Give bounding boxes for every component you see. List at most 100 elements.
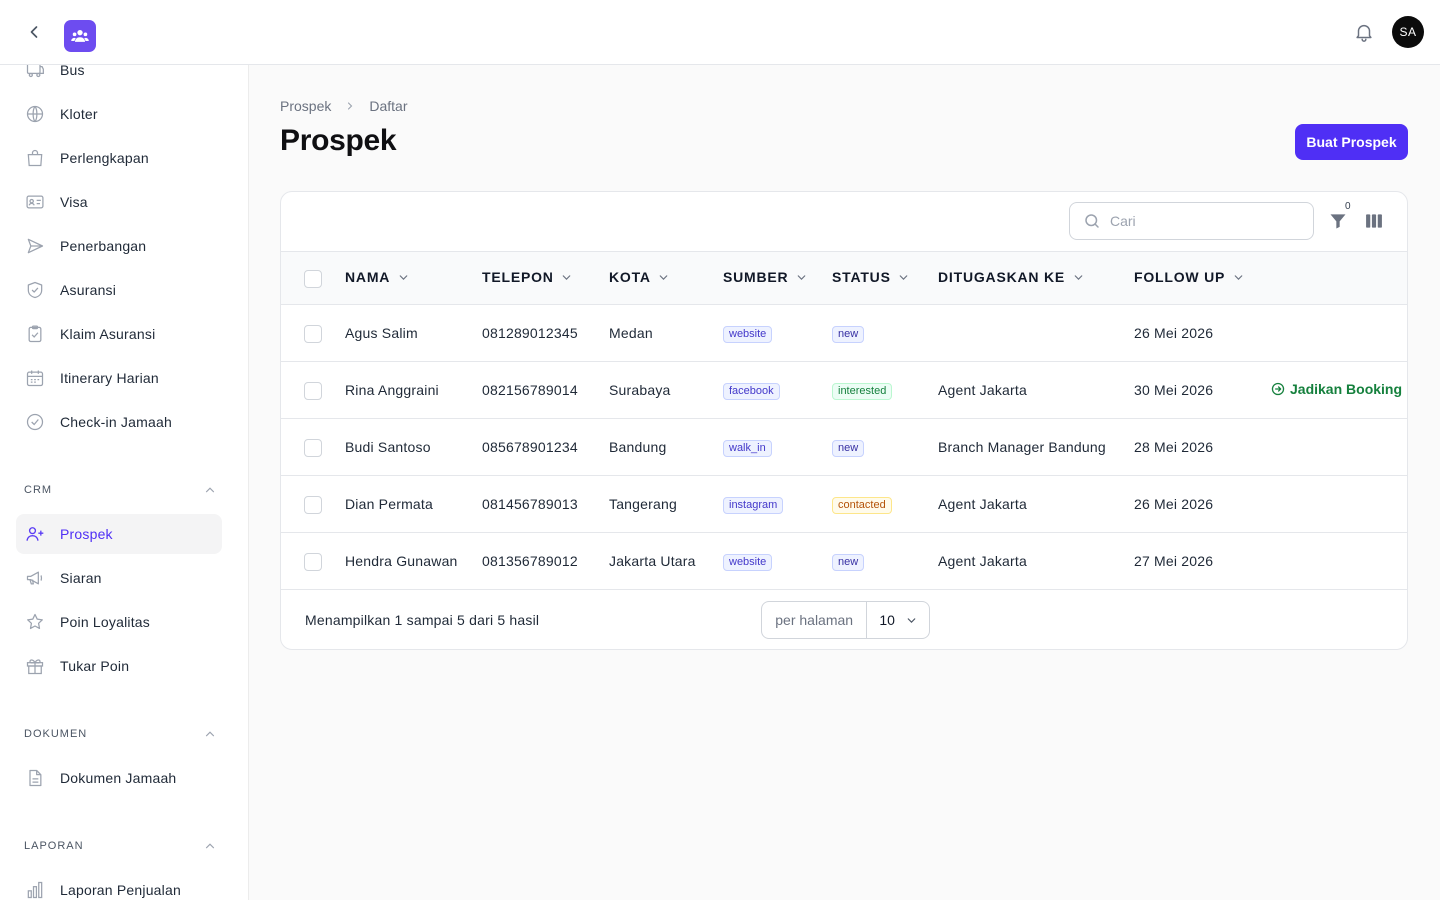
cell-telepon: 085678901234 (482, 439, 578, 455)
create-prospect-button[interactable]: Buat Prospek (1295, 124, 1408, 160)
cell-kota: Surabaya (609, 382, 671, 398)
row-checkbox[interactable] (304, 439, 322, 457)
search-input[interactable] (1110, 213, 1300, 229)
filter-button[interactable] (1327, 210, 1349, 232)
sidebar-item-label: Laporan Penjualan (60, 882, 181, 898)
action-label: Jadikan Booking (1290, 381, 1403, 397)
sidebar-item-kloter[interactable]: Kloter (16, 94, 222, 134)
source-badge: website (723, 554, 773, 571)
table-row[interactable]: Hendra Gunawan 081356789012 Jakarta Utar… (281, 533, 1407, 590)
document-text-icon (25, 768, 45, 788)
sidebar-item-label: Bus (60, 65, 85, 78)
chevron-up-icon (202, 838, 218, 854)
chevron-down-icon (905, 613, 919, 627)
per-page-dropdown[interactable]: 10 (867, 612, 929, 628)
chevron-up-icon (202, 726, 218, 742)
notifications-button[interactable] (1352, 20, 1376, 44)
sidebar-item-penerbangan[interactable]: Penerbangan (16, 226, 222, 266)
cell-ditugaskan: Agent Jakarta (938, 382, 1027, 398)
calendar-icon (25, 368, 45, 388)
sidebar-item-prospek[interactable]: Prospek (16, 514, 222, 554)
sidebar-item-label: Penerbangan (60, 238, 147, 254)
status-badge: new (832, 326, 865, 343)
columns-toggle-button[interactable] (1363, 210, 1385, 232)
row-checkbox[interactable] (304, 496, 322, 514)
column-header-follow-up[interactable]: FOLLOW UP (1134, 269, 1245, 285)
column-header-nama[interactable]: NAMA (345, 269, 410, 285)
cell-follow-up: 26 Mei 2026 (1134, 325, 1214, 341)
chevron-down-icon (657, 270, 671, 284)
cell-kota: Bandung (609, 439, 667, 455)
row-checkbox[interactable] (304, 382, 322, 400)
sidebar-item-perlengkapan[interactable]: Perlengkapan (16, 138, 222, 178)
table-row[interactable]: Rina Anggraini 082156789014 Surabaya fac… (281, 362, 1407, 419)
prospect-table-card: 0 NAMA TELEPON KOTA SUMBER STATUS DITUGA… (280, 191, 1408, 650)
id-card-icon (25, 192, 45, 212)
chevron-down-icon (1071, 270, 1085, 284)
table-row[interactable]: Agus Salim 081289012345 Medan website ne… (281, 305, 1407, 362)
sidebar-item-laporan-penjualan[interactable]: Laporan Penjualan (16, 870, 222, 900)
sidebar-item-label: Asuransi (60, 282, 117, 298)
group-toggle-crm[interactable]: CRM (24, 480, 218, 500)
table-row[interactable]: Budi Santoso 085678901234 Bandung walk_i… (281, 419, 1407, 476)
sidebar-item-label: Poin Loyalitas (60, 614, 150, 630)
sidebar-item-asuransi[interactable]: Asuransi (16, 270, 222, 310)
table-header: NAMA TELEPON KOTA SUMBER STATUS DITUGASK… (281, 251, 1407, 305)
column-header-status[interactable]: STATUS (832, 269, 911, 285)
bell-icon (1356, 24, 1372, 42)
column-header-kota[interactable]: KOTA (609, 269, 671, 285)
cell-nama: Hendra Gunawan (345, 553, 458, 569)
cell-telepon: 082156789014 (482, 382, 578, 398)
row-checkbox[interactable] (304, 553, 322, 571)
search-icon (1082, 211, 1102, 231)
column-header-label: TELEPON (482, 269, 554, 285)
chevron-down-icon (396, 270, 410, 284)
view-columns-icon (1366, 214, 1382, 228)
sidebar-item-tukar-poin[interactable]: Tukar Poin (16, 646, 222, 686)
column-header-telepon[interactable]: TELEPON (482, 269, 574, 285)
source-badge: instagram (723, 497, 784, 514)
pagination-summary: Menampilkan 1 sampai 5 dari 5 hasil (305, 612, 540, 628)
user-avatar[interactable]: SA (1392, 16, 1424, 48)
sidebar-item-poin-loyalitas[interactable]: Poin Loyalitas (16, 602, 222, 642)
sidebar-item-bus[interactable]: Bus (16, 65, 222, 90)
convert-to-booking-button[interactable]: Jadikan Booking (1271, 381, 1402, 397)
breadcrumb-parent[interactable]: Prospek (280, 98, 331, 114)
sidebar-item-label: Tukar Poin (60, 658, 130, 674)
chevron-up-icon (202, 482, 218, 498)
sidebar-item-label: Prospek (60, 526, 113, 542)
group-title: CRM (24, 484, 53, 496)
chevron-down-icon (1231, 270, 1245, 284)
back-button[interactable] (22, 20, 46, 44)
sidebar-item-label: Check-in Jamaah (60, 414, 172, 430)
cell-follow-up: 26 Mei 2026 (1134, 496, 1214, 512)
sidebar-item-dokumen-jamaah[interactable]: Dokumen Jamaah (16, 758, 222, 798)
cell-follow-up: 30 Mei 2026 (1134, 382, 1214, 398)
sidebar-item-label: Dokumen Jamaah (60, 770, 177, 786)
check-circle-icon (25, 412, 45, 432)
chevron-down-icon (897, 270, 911, 284)
column-header-ditugaskan-ke[interactable]: DITUGASKAN KE (938, 269, 1085, 285)
sidebar-item-visa[interactable]: Visa (16, 182, 222, 222)
sidebar-item-check-in-jamaah[interactable]: Check-in Jamaah (16, 402, 222, 442)
chevron-down-icon (794, 270, 808, 284)
page-title: Prospek (280, 124, 397, 157)
sidebar-item-klaim-asuransi[interactable]: Klaim Asuransi (16, 314, 222, 354)
cell-nama: Budi Santoso (345, 439, 431, 455)
row-checkbox[interactable] (304, 325, 322, 343)
select-all-checkbox[interactable] (304, 270, 322, 288)
group-toggle-dokumen[interactable]: DOKUMEN (24, 724, 218, 744)
app-logo[interactable] (64, 20, 96, 52)
column-header-label: DITUGASKAN KE (938, 269, 1066, 285)
sidebar-item-siaran[interactable]: Siaran (16, 558, 222, 598)
sidebar-item-label: Kloter (60, 106, 98, 122)
table-row[interactable]: Dian Permata 081456789013 Tangerang inst… (281, 476, 1407, 533)
sidebar-item-itinerary-harian[interactable]: Itinerary Harian (16, 358, 222, 398)
bar-chart-icon (25, 880, 45, 900)
paper-plane-icon (25, 236, 45, 256)
megaphone-icon (25, 568, 45, 588)
group-toggle-laporan[interactable]: LAPORAN (24, 836, 218, 856)
clipboard-check-icon (25, 324, 45, 344)
cell-ditugaskan: Branch Manager Bandung (938, 439, 1106, 455)
column-header-sumber[interactable]: SUMBER (723, 269, 808, 285)
